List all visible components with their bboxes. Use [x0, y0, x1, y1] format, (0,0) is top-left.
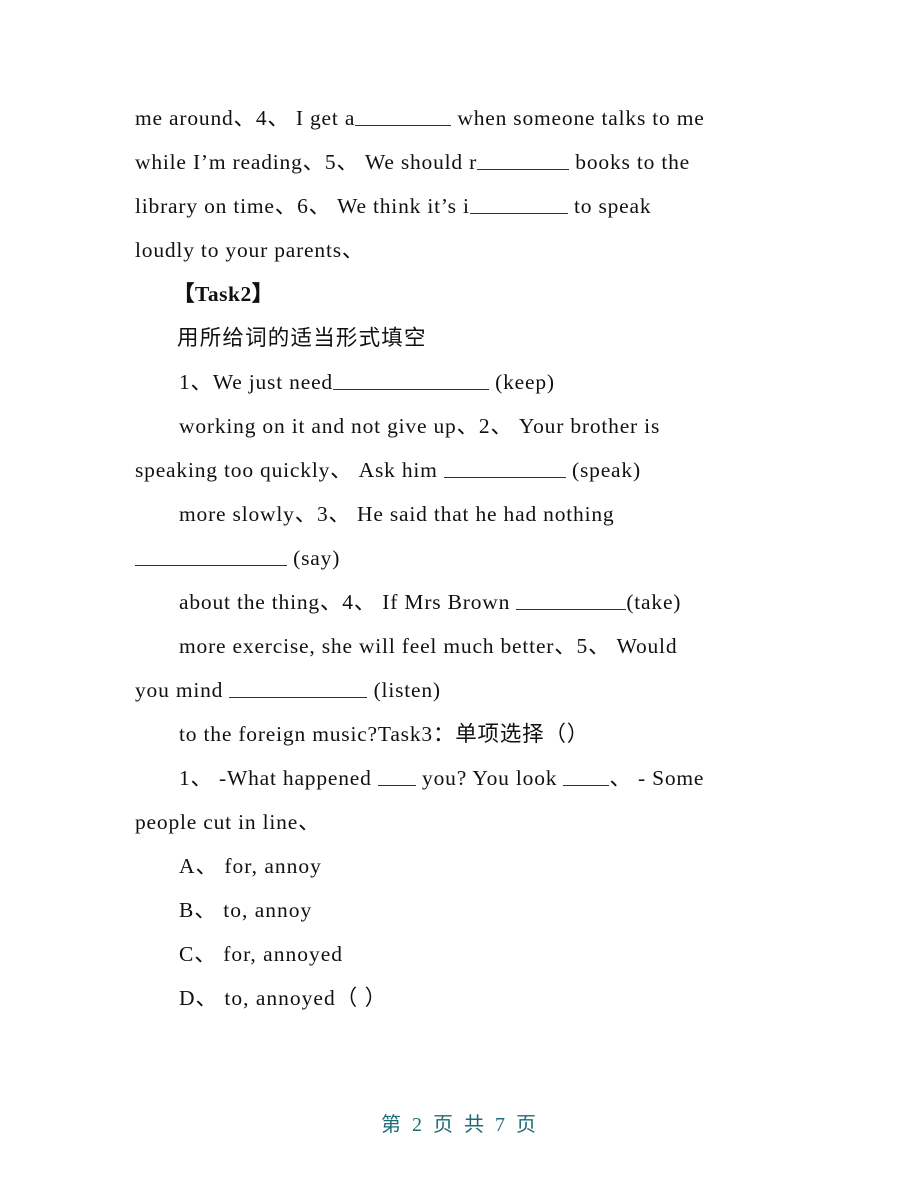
- task2-heading: 【Task2】: [173, 282, 274, 306]
- text-segment: (listen): [367, 678, 441, 702]
- text-segment: library on time、6、 We think it’s i: [135, 194, 470, 218]
- task2-question-3: more slowly、3、 He said that he had nothi…: [179, 502, 615, 526]
- fill-blank: [135, 545, 287, 566]
- text-segment: speaking too quickly、 Ask him: [135, 458, 444, 482]
- task3-option-b: B、 to, annoy: [179, 898, 313, 922]
- fill-blank: [355, 105, 452, 126]
- text-segment: about the thing、4、 If Mrs Brown: [179, 590, 517, 614]
- text-segment: 1、 -What happened: [179, 766, 378, 790]
- text-segment: 、 - Some: [609, 766, 705, 790]
- task3-question-1-continued: people cut in line、: [135, 810, 321, 834]
- text-segment: (say): [287, 546, 341, 570]
- fill-blank: [516, 589, 627, 610]
- text-segment: 1、We just need: [179, 370, 333, 394]
- paragraph-line-4: loudly to your parents、: [135, 238, 365, 262]
- fill-blank: [332, 369, 489, 390]
- text-segment: to speak: [567, 194, 652, 218]
- paragraph-line-1: me around、4、 I get a when someone talks …: [135, 96, 760, 140]
- fill-blank: [377, 765, 416, 786]
- document-page: me around、4、 I get a when someone talks …: [0, 0, 920, 1191]
- task2-question-1-continued: working on it and not give up、2、 Your br…: [179, 414, 661, 438]
- task2-question-4-continued: more exercise, she will feel much better…: [179, 634, 678, 658]
- text-segment: (speak): [565, 458, 641, 482]
- text-segment: me around、4、 I get a: [135, 106, 356, 130]
- text-segment: you? You look: [415, 766, 564, 790]
- task2-instruction: 用所给词的适当形式填空: [177, 326, 427, 350]
- task3-option-c: C、 for, annoyed: [179, 942, 344, 966]
- text-segment: you mind: [135, 678, 230, 702]
- page-content: me around、4、 I get a when someone talks …: [135, 96, 760, 1020]
- text-segment: (take): [626, 590, 682, 614]
- text-segment: when someone talks to me: [451, 106, 705, 130]
- text-segment: while I’m reading、5、 We should r: [135, 150, 478, 174]
- task2-question-5: you mind (listen): [135, 668, 760, 712]
- task3-option-a: A、 for, annoy: [179, 854, 322, 878]
- fill-blank: [229, 677, 368, 698]
- text-segment: (keep): [488, 370, 555, 394]
- fill-blank: [469, 193, 568, 214]
- task2-question-2: speaking too quickly、 Ask him (speak): [135, 448, 760, 492]
- paragraph-line-3: library on time、6、 We think it’s i to sp…: [135, 184, 760, 228]
- fill-blank: [477, 149, 570, 170]
- task2-question-1: 1、We just need (keep): [135, 360, 760, 404]
- paragraph-line-2: while I’m reading、5、 We should r books t…: [135, 140, 760, 184]
- text-segment: books to the: [569, 150, 691, 174]
- task3-heading-line: to the foreign music?Task3：单项选择（）: [179, 722, 590, 746]
- fill-blank: [563, 765, 610, 786]
- task2-question-4: about the thing、4、 If Mrs Brown (take): [135, 580, 760, 624]
- task3-option-d: D、 to, annoyed（ ）: [179, 986, 388, 1010]
- task2-question-3-blank: (say): [135, 536, 760, 580]
- task3-question-1: 1、 -What happened you? You look 、 - Some: [135, 756, 760, 800]
- fill-blank: [443, 457, 566, 478]
- page-footer: 第 2 页 共 7 页: [381, 1114, 539, 1136]
